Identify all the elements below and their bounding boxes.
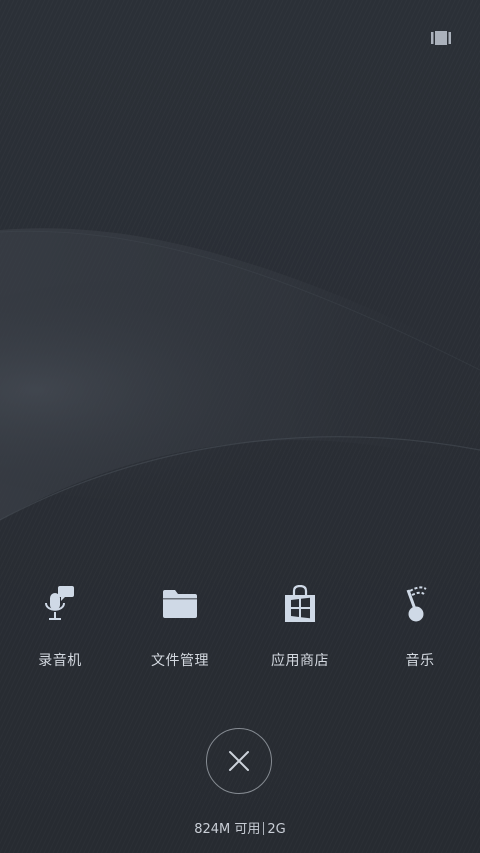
store-bag-icon [276, 580, 324, 628]
app-store[interactable]: 应用商店 [240, 580, 360, 680]
recent-apps-button[interactable] [428, 28, 454, 48]
app-label: 录音机 [38, 653, 82, 669]
app-label: 应用商店 [271, 653, 329, 669]
app-label: 音乐 [405, 653, 435, 669]
music-note-icon [396, 580, 444, 628]
microphone-chat-icon [36, 580, 84, 628]
memory-status: 824M 可用 2G [0, 818, 480, 837]
recent-apps-row: 录音机 文件管理 应用商店 音乐 [0, 580, 480, 680]
memory-total: 2G [267, 822, 286, 837]
app-file-manager[interactable]: 文件管理 [120, 580, 240, 680]
recent-apps-icon [431, 31, 451, 45]
memory-divider [263, 822, 265, 835]
app-recorder[interactable]: 录音机 [0, 580, 120, 680]
folder-icon [156, 580, 204, 628]
app-music[interactable]: 音乐 [360, 580, 480, 680]
wallpaper-wave [0, 228, 480, 521]
memory-available: 824M 可用 [194, 822, 261, 837]
app-label: 文件管理 [151, 653, 209, 669]
close-icon [229, 751, 249, 771]
clear-all-button[interactable] [206, 728, 272, 794]
